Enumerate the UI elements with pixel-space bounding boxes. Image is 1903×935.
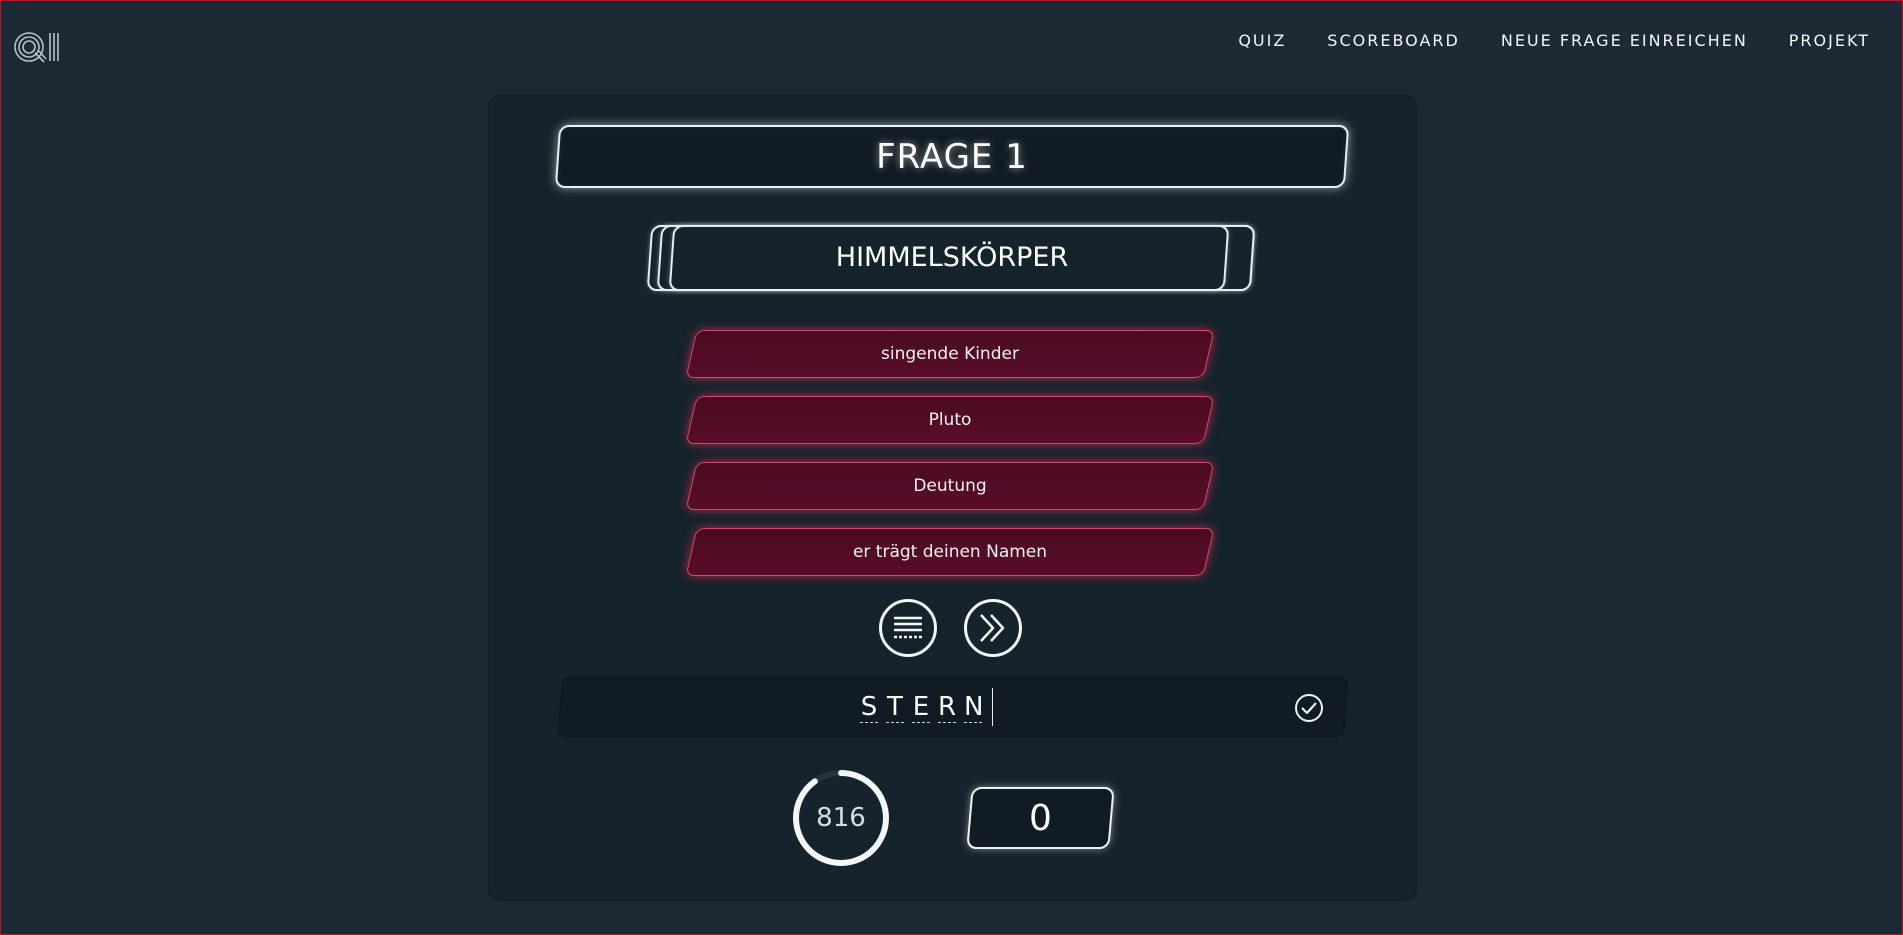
answer-input[interactable]: S T E R N <box>557 677 1349 737</box>
category-card-stack: HIMMELSKÖRPER <box>643 223 1261 291</box>
main-nav: QUIZ SCOREBOARD NEUE FRAGE EINREICHEN PR… <box>1238 31 1870 50</box>
double-chevron-right-icon <box>980 614 1005 642</box>
answer-letter: T <box>886 691 904 723</box>
nav-submit-question[interactable]: NEUE FRAGE EINREICHEN <box>1501 31 1748 50</box>
text-caret <box>992 688 993 726</box>
check-circle-icon[interactable] <box>1294 693 1324 723</box>
skip-question-button[interactable] <box>964 599 1022 657</box>
hint-card[interactable]: Pluto <box>685 396 1215 444</box>
hint-card[interactable]: er trägt deinen Namen <box>685 528 1215 576</box>
question-title: FRAGE 1 <box>876 136 1028 177</box>
hint-card[interactable]: singende Kinder <box>685 330 1215 378</box>
category-label: HIMMELSKÖRPER <box>835 241 1069 273</box>
hint-text: Pluto <box>928 410 972 430</box>
hint-card[interactable]: Deutung <box>685 462 1215 510</box>
nav-quiz[interactable]: QUIZ <box>1238 31 1286 50</box>
hint-text: Deutung <box>913 476 987 496</box>
nav-project[interactable]: PROJEKT <box>1789 31 1870 50</box>
timer-value: 816 <box>816 803 866 833</box>
show-all-hints-button[interactable] <box>879 599 937 657</box>
hint-text: singende Kinder <box>881 344 1019 364</box>
answer-letter: N <box>964 691 984 723</box>
score-value: 0 <box>1029 797 1052 839</box>
top-navigation-bar: QUIZ SCOREBOARD NEUE FRAGE EINREICHEN PR… <box>1 1 1902 81</box>
nav-scoreboard[interactable]: SCOREBOARD <box>1327 31 1460 50</box>
list-icon <box>894 616 922 639</box>
score-display: 0 <box>966 787 1115 849</box>
question-title-box: FRAGE 1 <box>554 125 1350 188</box>
qi-logo-icon[interactable] <box>11 27 63 67</box>
hint-text: er trägt deinen Namen <box>852 542 1048 562</box>
answer-letter: R <box>938 691 957 723</box>
countdown-timer: 816 <box>791 768 891 868</box>
answer-letter: E <box>912 691 930 723</box>
answer-letter-slots: S T E R N <box>860 677 993 737</box>
answer-letter: S <box>860 691 878 723</box>
